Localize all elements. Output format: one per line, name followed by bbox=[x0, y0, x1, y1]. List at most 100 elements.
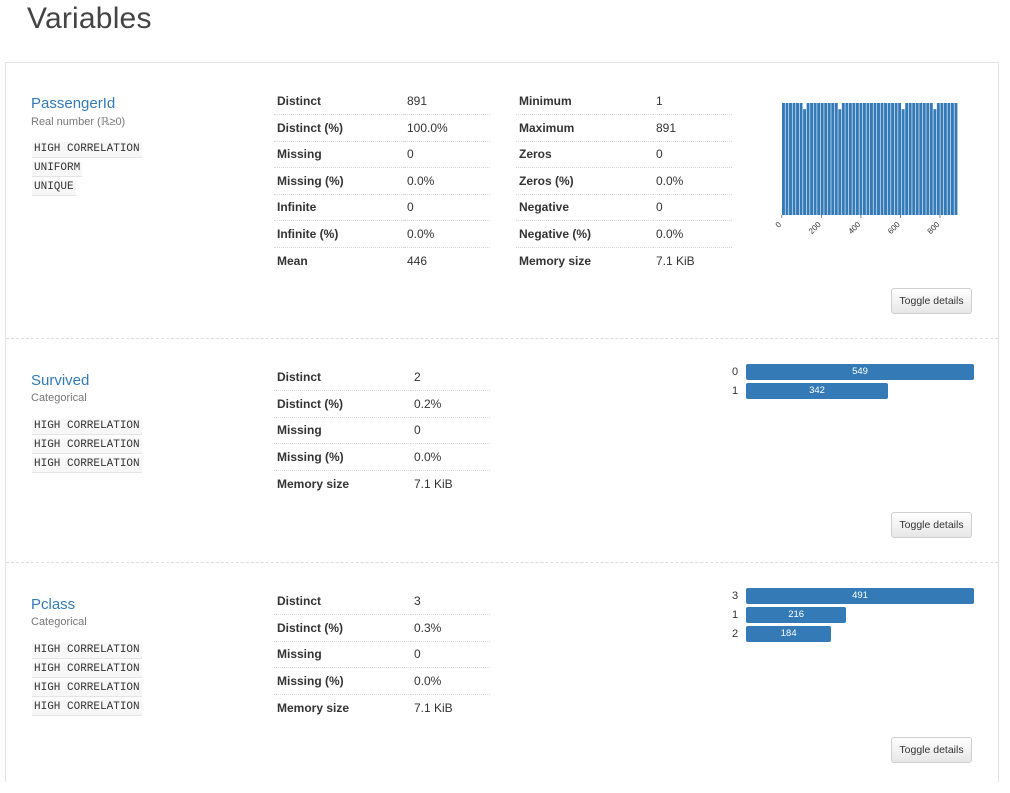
stat-value: 0.0% bbox=[411, 443, 490, 471]
histogram-bar bbox=[848, 103, 852, 215]
stat-value: 7.1 KiB bbox=[414, 700, 453, 715]
stat-label: Missing bbox=[274, 641, 411, 668]
stat-label: Distinct (%) bbox=[274, 390, 411, 418]
alert-badge: HIGH CORRELATION bbox=[32, 419, 142, 435]
variable-name-link[interactable]: Survived bbox=[31, 372, 89, 389]
stat-label: Memory size bbox=[277, 476, 350, 491]
category-bar: 342 bbox=[746, 383, 888, 399]
table-row: Maximum 891 bbox=[516, 114, 732, 142]
stat-label: Distinct (%) bbox=[274, 614, 411, 642]
alert-badge: HIGH CORRELATION bbox=[32, 662, 142, 678]
stat-value: 0 bbox=[653, 141, 732, 168]
stat-label: Distinct bbox=[274, 88, 404, 115]
stat-label: Distinct (%) bbox=[274, 114, 404, 142]
stat-label: Infinite bbox=[274, 194, 404, 221]
category-row: 2 184 bbox=[732, 626, 974, 642]
alert-list: HIGH CORRELATION UNIFORM UNIQUE bbox=[32, 142, 142, 196]
variable-name-link[interactable]: PassengerId bbox=[31, 95, 115, 112]
alert-badge: HIGH CORRELATION bbox=[32, 681, 142, 697]
table-row: Negative 0 bbox=[516, 194, 732, 221]
histogram-bar bbox=[898, 103, 902, 215]
alert-badge: UNIQUE bbox=[32, 180, 76, 196]
stat-label: Negative (%) bbox=[516, 220, 653, 248]
stat-value: 0 bbox=[404, 141, 490, 168]
table-row: Missing (%) 0.0% bbox=[274, 667, 490, 695]
category-bar: 549 bbox=[746, 364, 974, 380]
histogram-bar bbox=[933, 109, 937, 215]
alert-badge: HIGH CORRELATION bbox=[32, 438, 142, 454]
stat-value: 0 bbox=[653, 194, 732, 221]
stat-label: Distinct bbox=[274, 364, 411, 391]
histogram-chart: 0 200 400 600 800 bbox=[774, 103, 958, 236]
category-row: 1 342 bbox=[732, 383, 974, 399]
stat-label: Maximum bbox=[516, 114, 653, 142]
histogram-bar bbox=[820, 103, 824, 215]
stat-value: 0.0% bbox=[404, 167, 490, 195]
histogram-bar bbox=[908, 103, 912, 215]
toggle-details-button[interactable]: Toggle details bbox=[891, 288, 972, 314]
stat-label: Zeros (%) bbox=[516, 167, 653, 195]
table-row: Memory size 7.1 KiB bbox=[274, 470, 490, 497]
stat-value: 0 bbox=[404, 194, 490, 221]
histogram-bar bbox=[880, 103, 884, 215]
table-row: Missing 0 bbox=[274, 141, 490, 168]
histogram-bar bbox=[806, 103, 810, 215]
table-row: Distinct 3 bbox=[274, 588, 490, 615]
histogram-bar bbox=[905, 103, 909, 215]
stat-value: 0.0% bbox=[411, 667, 490, 695]
histogram-bar bbox=[887, 103, 891, 215]
table-row: Memory size 7.1 KiB bbox=[274, 694, 490, 721]
variable-type: Categorical bbox=[31, 616, 87, 628]
histogram-bar bbox=[894, 103, 898, 215]
stats-table-left: Distinct 891 Distinct (%) 100.0% Missing 0 … bbox=[274, 88, 490, 274]
table-row: Zeros 0 bbox=[516, 141, 732, 168]
histogram-bar bbox=[845, 103, 849, 215]
table-row: Infinite 0 bbox=[274, 194, 490, 221]
histogram-bar bbox=[891, 103, 895, 215]
stats-table-left: Distinct 2 Distinct (%) 0.2% Missing 0 Miss… bbox=[274, 364, 490, 497]
stat-label: Negative bbox=[516, 194, 653, 221]
stat-value: 2 bbox=[411, 364, 490, 391]
stat-label: Missing (%) bbox=[274, 167, 404, 195]
category-bar-chart: 0 549 1 342 bbox=[732, 364, 974, 404]
x-tick-label: 0 bbox=[774, 220, 784, 230]
x-tick-label: 800 bbox=[926, 220, 942, 236]
histogram-bar bbox=[877, 103, 880, 215]
stat-value: 0.0% bbox=[653, 220, 732, 248]
histogram-bar bbox=[929, 103, 933, 215]
stat-value: 0 bbox=[411, 417, 490, 444]
histogram-bar bbox=[782, 103, 785, 215]
toggle-details-button[interactable]: Toggle details bbox=[891, 737, 972, 763]
stat-value: 100.0% bbox=[404, 114, 490, 142]
histogram-bar bbox=[855, 103, 859, 215]
x-tick-label: 600 bbox=[886, 220, 902, 236]
table-row: Missing 0 bbox=[274, 417, 490, 444]
histogram-bar bbox=[785, 103, 789, 215]
category-row: 3 491 bbox=[732, 588, 974, 604]
histogram-bar bbox=[901, 109, 905, 215]
toggle-details-button[interactable]: Toggle details bbox=[891, 512, 972, 538]
stat-value: 0.0% bbox=[404, 220, 490, 248]
variable-type: Categorical bbox=[31, 392, 87, 404]
stat-label: Minimum bbox=[516, 88, 653, 115]
stat-label: Missing bbox=[274, 417, 411, 444]
histogram-bar bbox=[803, 109, 807, 215]
histogram-bar bbox=[838, 109, 842, 215]
histogram-bar bbox=[873, 103, 877, 215]
variable-name-link[interactable]: Pclass bbox=[31, 596, 75, 613]
alert-badge: HIGH CORRELATION bbox=[32, 700, 142, 716]
category-row: 1 216 bbox=[732, 607, 974, 623]
category-row: 0 549 bbox=[732, 364, 974, 380]
histogram-bar bbox=[827, 103, 831, 215]
category-bar-chart: 3 491 1 216 2 184 bbox=[732, 588, 974, 648]
category-label: 2 bbox=[732, 628, 739, 640]
histogram-bar bbox=[841, 103, 845, 215]
variable-row-passengerid: PassengerId Real number (ℝ≥0) HIGH CORRE… bbox=[6, 63, 998, 339]
x-tick-label: 400 bbox=[847, 220, 863, 236]
table-row: Distinct (%) 0.2% bbox=[274, 390, 490, 418]
stat-label: Mean bbox=[277, 253, 308, 268]
stat-label: Memory size bbox=[519, 253, 592, 268]
histogram-bar bbox=[926, 103, 930, 215]
histogram-bar bbox=[810, 103, 814, 215]
category-label: 0 bbox=[732, 366, 739, 378]
